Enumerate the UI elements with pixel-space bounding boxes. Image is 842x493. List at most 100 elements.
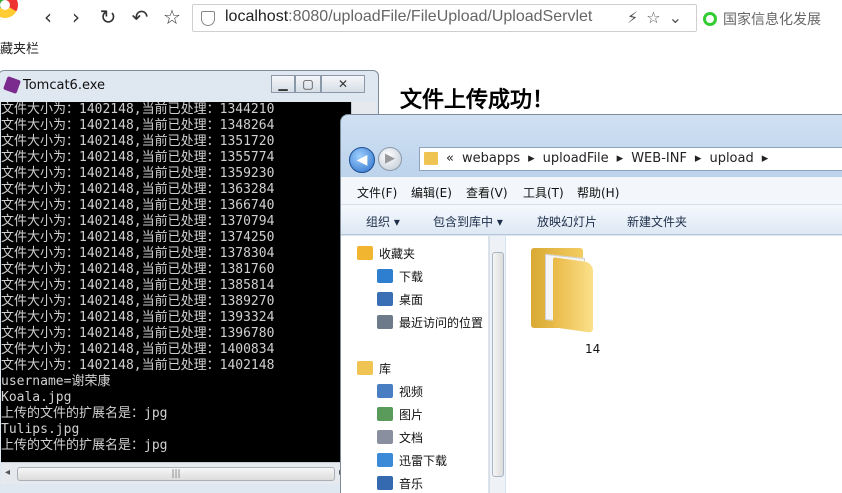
console-line: 文件大小为：1402148,当前已处理：1400834 <box>1 342 275 357</box>
console-line: username=谢荣康 <box>1 374 111 389</box>
folder-item[interactable]: 14 <box>531 244 603 356</box>
breadcrumb[interactable]: « webapps ▸ uploadFile ▸ WEB-INF ▸ upload ▸ <box>446 151 776 166</box>
breadcrumb-item[interactable]: WEB-INF <box>631 151 687 166</box>
console-line: 文件大小为：1402148,当前已处理：1374250 <box>1 230 275 245</box>
menu-item[interactable]: 帮助(H) <box>577 184 619 201</box>
sidebar-favorites-icon <box>357 246 373 260</box>
breadcrumb-item[interactable]: ▸ <box>528 151 535 166</box>
reload-icon[interactable]: ↻ <box>96 5 120 29</box>
toolbar-button[interactable]: 包含到库中 ▾ <box>433 213 503 230</box>
console-line: 文件大小为：1402148,当前已处理：1351720 <box>1 134 275 149</box>
favorite-star-icon[interactable]: ☆ <box>646 8 668 27</box>
explorer-window[interactable]: ◀ ▶ «webapps ▸ uploadFile ▸ WEB-INF ▸ upload ▸ … <box>340 114 842 493</box>
bookmarks-bar-label[interactable]: 藏夹栏 <box>0 38 39 57</box>
console-line: 文件大小为：1402148,当前已处理：1396780 <box>1 326 275 341</box>
sidebar-library[interactable]: 库 <box>357 359 391 379</box>
sidebar-item-label: 视频 <box>399 385 424 399</box>
address-path: :8080/uploadFile/FileUpload/UploadServle… <box>288 8 593 25</box>
sidebar-item-icon <box>377 269 393 283</box>
file-list: 14 <box>506 236 842 493</box>
console-line: 文件大小为：1402148,当前已处理：1370794 <box>1 214 275 229</box>
console-line: 文件大小为：1402148,当前已处理：1381760 <box>1 262 275 277</box>
star-icon[interactable]: ☆ <box>160 5 184 29</box>
breadcrumb-item[interactable]: ▸ <box>617 151 624 166</box>
sidebar-item-label: 收藏夹 <box>379 247 416 261</box>
sidebar-item[interactable]: 迅雷下载 <box>377 451 447 471</box>
sidebar-item-label: 文档 <box>399 431 424 445</box>
console-title-bar[interactable]: Tomcat6.exe ▁ ▢ ✕ <box>0 71 378 101</box>
close-button[interactable]: ✕ <box>321 75 365 93</box>
navigation-pane-scrollbar[interactable] <box>489 236 505 493</box>
console-line: 文件大小为：1402148,当前已处理：1355774 <box>1 150 275 165</box>
explorer-forward-button[interactable]: ▶ <box>378 147 402 171</box>
console-line: 文件大小为：1402148,当前已处理：1389270 <box>1 294 275 309</box>
breadcrumb-item[interactable]: webapps <box>462 151 520 166</box>
console-line: 文件大小为：1402148,当前已处理：1378304 <box>1 246 275 261</box>
console-line: 文件大小为：1402148,当前已处理：1393324 <box>1 310 275 325</box>
sidebar-favorites[interactable]: 收藏夹 <box>357 244 415 264</box>
sidebar-item[interactable]: 视频 <box>377 382 423 402</box>
explorer-command-bar: 组织 ▾ 包含到库中 ▾ 放映幻灯片 新建文件夹 <box>341 205 842 235</box>
sidebar-item-icon <box>377 476 393 490</box>
sidebar-item-label: 迅雷下载 <box>399 454 448 468</box>
browser-logo-icon <box>0 0 18 18</box>
forward-arrow-icon[interactable]: › <box>64 5 88 29</box>
sidebar-item-icon <box>377 292 393 306</box>
sidebar-item-icon <box>377 384 393 398</box>
breadcrumb-item[interactable]: uploadFile <box>543 151 609 166</box>
tomcat-icon <box>3 76 21 94</box>
search-text: 国家信息化发展 <box>723 12 821 28</box>
sidebar-item[interactable]: 下载 <box>377 267 423 287</box>
console-line: Koala.jpg <box>1 390 72 405</box>
menu-item[interactable]: 文件(F) <box>357 184 397 201</box>
console-line: 文件大小为：1402148,当前已处理：1366740 <box>1 198 275 213</box>
sidebar-item[interactable]: 文档 <box>377 428 423 448</box>
breadcrumb-item[interactable]: upload <box>709 151 753 166</box>
sidebar-item-label: 音乐 <box>399 477 424 491</box>
toolbar-button[interactable]: 放映幻灯片 <box>537 213 597 230</box>
explorer-address-bar[interactable]: « webapps ▸ uploadFile ▸ WEB-INF ▸ upload ▸ <box>419 147 842 171</box>
address-url[interactable]: localhost:8080/uploadFile/FileUpload/Upl… <box>225 8 592 26</box>
minimize-button[interactable]: ▁ <box>271 75 295 93</box>
console-horizontal-scrollbar[interactable]: ◂ ||| ▸ <box>1 462 351 484</box>
back-arrow-icon[interactable]: ‹ <box>36 5 60 29</box>
sidebar-item-label: 下载 <box>399 270 424 284</box>
search-engine-icon <box>703 12 717 26</box>
sidebar-item[interactable]: 图片 <box>377 405 423 425</box>
console-output[interactable]: 文件大小为：1402148,当前已处理：1344210 文件大小为：1402148… <box>1 102 351 462</box>
toolbar-button[interactable]: 新建文件夹 <box>627 213 687 230</box>
sidebar-item-label: 库 <box>379 362 392 376</box>
breadcrumb-item[interactable]: « <box>446 151 454 166</box>
console-line: 文件大小为：1402148,当前已处理：1363284 <box>1 182 275 197</box>
console-line: 文件大小为：1402148,当前已处理：1348264 <box>1 118 275 133</box>
scrollbar-thumb[interactable]: ||| <box>17 467 335 481</box>
sidebar-item[interactable]: 音乐 <box>377 474 423 493</box>
menu-item[interactable]: 编辑(E) <box>411 184 452 201</box>
explorer-back-button[interactable]: ◀ <box>349 147 375 173</box>
console-line: 文件大小为：1402148,当前已处理：1344210 <box>1 102 275 117</box>
breadcrumb-item[interactable]: ▸ <box>695 151 702 166</box>
sidebar-item[interactable]: 桌面 <box>377 290 423 310</box>
chevron-down-icon[interactable]: ⌄ <box>669 8 690 27</box>
maximize-button[interactable]: ▢ <box>295 75 321 93</box>
navigation-pane: 收藏夹下载桌面最近访问的位置库视频图片文档迅雷下载音乐 <box>341 236 489 493</box>
menu-item[interactable]: 工具(T) <box>523 184 564 201</box>
address-host: localhost <box>225 8 289 25</box>
lightning-icon[interactable]: ⚡ <box>627 8 646 27</box>
undo-icon[interactable]: ↶ <box>128 5 152 29</box>
scrollbar-thumb[interactable] <box>492 252 504 477</box>
address-bar[interactable]: localhost:8080/uploadFile/FileUpload/Upl… <box>192 4 697 32</box>
console-line: 上传的文件的扩展名是：jpg <box>1 406 168 421</box>
folder-icon <box>424 152 438 165</box>
explorer-menu-bar: 文件(F) 编辑(E) 查看(V) 工具(T) 帮助(H) <box>341 177 842 205</box>
toolbar-button[interactable]: 组织 ▾ <box>366 213 400 230</box>
breadcrumb-item[interactable]: ▸ <box>762 151 769 166</box>
sidebar-item[interactable]: 最近访问的位置 <box>377 313 483 333</box>
scroll-left-icon[interactable]: ◂ <box>5 467 10 478</box>
search-box[interactable]: 国家信息化发展 <box>703 9 821 29</box>
folder-name: 14 <box>585 342 601 356</box>
console-line: 文件大小为：1402148,当前已处理：1359230 <box>1 166 275 181</box>
console-window[interactable]: Tomcat6.exe ▁ ▢ ✕ 文件大小为：1402148,当前已处理：13… <box>0 70 379 493</box>
menu-item[interactable]: 查看(V) <box>466 184 508 201</box>
sidebar-item-label: 最近访问的位置 <box>399 316 484 330</box>
